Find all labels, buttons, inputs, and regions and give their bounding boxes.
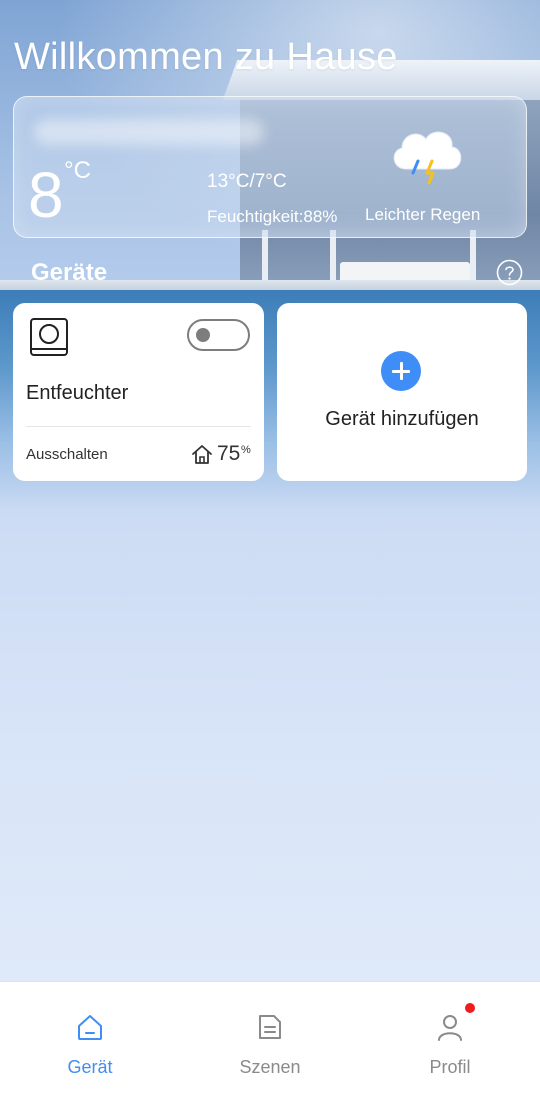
device-status: Ausschalten bbox=[26, 446, 108, 463]
tab-label: Profil bbox=[429, 1057, 471, 1077]
toggle-knob bbox=[196, 328, 210, 342]
location-blurred bbox=[34, 119, 264, 145]
add-device-label: Gerät hinzufügen bbox=[325, 408, 479, 430]
tab-label: Gerät bbox=[67, 1057, 113, 1077]
dehumidifier-icon bbox=[30, 318, 68, 356]
document-icon bbox=[259, 1015, 281, 1039]
tab-label: Szenen bbox=[239, 1057, 301, 1077]
cloud-lightning-rain-icon bbox=[393, 131, 462, 185]
humidity-reading: Feuchtigkeit:88% bbox=[207, 207, 338, 226]
add-device-card[interactable]: Gerät hinzufügen bbox=[277, 303, 527, 481]
plus-circle-icon[interactable] bbox=[381, 351, 421, 391]
temperature-range: 13°C/7°C bbox=[207, 171, 287, 192]
humidity-unit: % bbox=[241, 444, 251, 456]
tab-szenen[interactable]: Szenen bbox=[180, 982, 360, 1095]
weather-condition: Leichter Regen bbox=[365, 205, 481, 224]
home-humidity-icon bbox=[192, 445, 212, 464]
notification-badge bbox=[465, 1003, 475, 1013]
divider bbox=[26, 426, 251, 427]
device-card[interactable]: Entfeuchter Ausschalten 75 % bbox=[13, 303, 264, 481]
devices-section-title: Geräte bbox=[31, 259, 108, 286]
humidity-value: 75 bbox=[217, 442, 241, 465]
tab-profil[interactable]: Profil bbox=[360, 982, 540, 1095]
temperature-unit: °C bbox=[64, 157, 91, 184]
power-toggle[interactable] bbox=[187, 319, 250, 351]
bottom-tab-bar: Gerät Szenen Profil bbox=[0, 981, 540, 1095]
weather-card[interactable]: 8 °C 13°C/7°C Feuchtigkeit:88% Leichter … bbox=[13, 96, 527, 238]
home-icon bbox=[78, 1015, 102, 1040]
page-title: Willkommen zu Hause bbox=[14, 36, 398, 78]
current-temperature: 8 bbox=[28, 159, 64, 231]
person-icon bbox=[438, 1015, 462, 1041]
tab-geraet[interactable]: Gerät bbox=[0, 982, 180, 1095]
device-name: Entfeuchter bbox=[26, 382, 129, 404]
help-icon[interactable] bbox=[496, 259, 523, 286]
